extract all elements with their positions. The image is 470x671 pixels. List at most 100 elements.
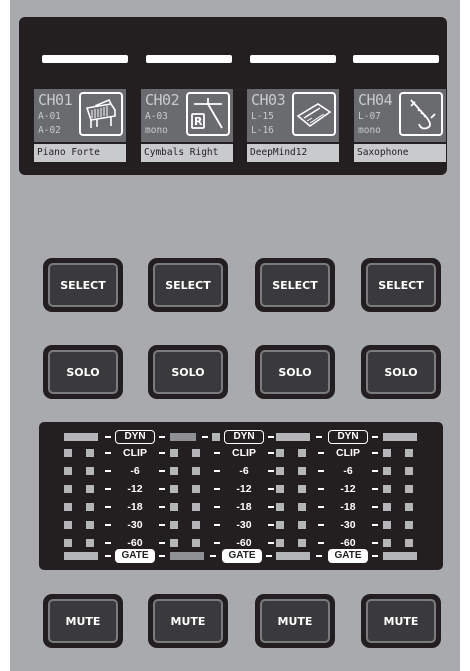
gate-bar-3 [276, 552, 310, 560]
meter-level-label: -60 [340, 537, 356, 549]
dash [266, 555, 272, 557]
meter-level-label: -30 [236, 519, 252, 531]
channel-card-3[interactable]: CH03 L-15 L-16 DeepMind12 [247, 89, 339, 162]
channel-number: CH01 [38, 91, 73, 109]
dash [105, 436, 111, 438]
dash [105, 524, 111, 526]
dash [372, 542, 378, 544]
solo-button-label[interactable]: SOLO [260, 350, 330, 394]
channel-input-1: L-15 [251, 111, 274, 122]
channel-card-2[interactable]: CH02 A-03 mono R Cymbals Right [141, 89, 233, 162]
select-button-4[interactable]: SELECT [361, 258, 441, 312]
channel-card-4[interactable]: CH04 L-07 mono Saxophone [354, 89, 446, 162]
channel-card-header: CH03 L-15 L-16 [247, 89, 339, 142]
mute-button-2[interactable]: MUTE [148, 594, 228, 648]
select-button-label[interactable]: SELECT [366, 263, 436, 307]
mute-button-1[interactable]: MUTE [43, 594, 123, 648]
mute-button-label[interactable]: MUTE [48, 599, 118, 643]
select-button-label[interactable]: SELECT [48, 263, 118, 307]
meter-led [192, 449, 200, 457]
channel-card-header: CH02 A-03 mono R [141, 89, 233, 142]
channel-label: Saxophone [354, 144, 446, 162]
dash [318, 470, 324, 472]
solo-button-3[interactable]: SOLO [255, 345, 335, 399]
dyn-bar-1 [64, 433, 98, 441]
dash [372, 470, 378, 472]
solo-button-1[interactable]: SOLO [43, 345, 123, 399]
dash [214, 542, 220, 544]
channel-input-2: L-16 [251, 125, 274, 136]
mute-button-label[interactable]: MUTE [153, 599, 223, 643]
dash [105, 555, 111, 557]
dash [159, 555, 165, 557]
channel-label: DeepMind12 [247, 144, 339, 162]
meter-led [170, 503, 178, 511]
meter-led [405, 521, 413, 529]
meter-led [170, 467, 178, 475]
dash [318, 542, 324, 544]
meter-led [64, 539, 72, 547]
solo-button-label[interactable]: SOLO [366, 350, 436, 394]
meter-bridge: DYN DYN DYN CLIP CLIP CLIP -6 -6 -6 -12 -12 -12 -… [39, 422, 443, 570]
scribble-strip-3 [250, 55, 336, 63]
dash [372, 524, 378, 526]
dash [372, 436, 378, 438]
gate-bar-2 [170, 552, 204, 560]
channel-input-1: A-03 [145, 111, 168, 122]
dash [268, 470, 274, 472]
dyn-bar-4 [383, 433, 417, 441]
meter-led [86, 449, 94, 457]
gate-indicator-3: GATE [328, 549, 368, 563]
dash [372, 506, 378, 508]
meter-led [64, 503, 72, 511]
meter-led [64, 485, 72, 493]
synth-keyboard-icon [292, 92, 336, 136]
channel-card-header: CH01 A-01 A-02 [34, 89, 126, 142]
meter-led [383, 503, 391, 511]
dash [316, 436, 322, 438]
mute-button-label[interactable]: MUTE [366, 599, 436, 643]
select-button-1[interactable]: SELECT [43, 258, 123, 312]
dash [105, 488, 111, 490]
dyn-indicator-1: DYN [115, 430, 155, 444]
solo-button-2[interactable]: SOLO [148, 345, 228, 399]
dash [159, 506, 165, 508]
meter-level-label: CLIP [336, 447, 360, 459]
select-button-2[interactable]: SELECT [148, 258, 228, 312]
channel-input-2: mono [358, 125, 381, 136]
meter-led [170, 449, 178, 457]
gate-bar-4 [383, 552, 417, 560]
dyn-indicator-3: DYN [328, 430, 368, 444]
dash [268, 506, 274, 508]
channel-input-2: mono [145, 125, 168, 136]
mute-button-3[interactable]: MUTE [255, 594, 335, 648]
select-button-3[interactable]: SELECT [255, 258, 335, 312]
select-button-label[interactable]: SELECT [260, 263, 330, 307]
dash [159, 542, 165, 544]
channel-card-1[interactable]: CH01 A-01 A-02 Piano Forte [34, 89, 126, 162]
meter-led [405, 485, 413, 493]
solo-button-label[interactable]: SOLO [153, 350, 223, 394]
meter-led [64, 449, 72, 457]
meter-led [170, 521, 178, 529]
dash [268, 452, 274, 454]
mute-button-label[interactable]: MUTE [260, 599, 330, 643]
meter-level-label: -18 [340, 501, 356, 513]
select-button-label[interactable]: SELECT [153, 263, 223, 307]
scribble-strip-2 [146, 55, 232, 63]
meter-level-label: -18 [236, 501, 252, 513]
dash [105, 542, 111, 544]
meter-led [192, 539, 200, 547]
solo-button-label[interactable]: SOLO [48, 350, 118, 394]
meter-led [276, 539, 284, 547]
dash [159, 488, 165, 490]
meter-led [298, 503, 306, 511]
dash [316, 555, 322, 557]
solo-button-4[interactable]: SOLO [361, 345, 441, 399]
mute-button-4[interactable]: MUTE [361, 594, 441, 648]
meter-level-label: CLIP [123, 447, 147, 459]
dash [318, 524, 324, 526]
meter-level-label: -6 [343, 465, 353, 477]
meter-led [405, 503, 413, 511]
channel-input-1: A-01 [38, 111, 61, 122]
